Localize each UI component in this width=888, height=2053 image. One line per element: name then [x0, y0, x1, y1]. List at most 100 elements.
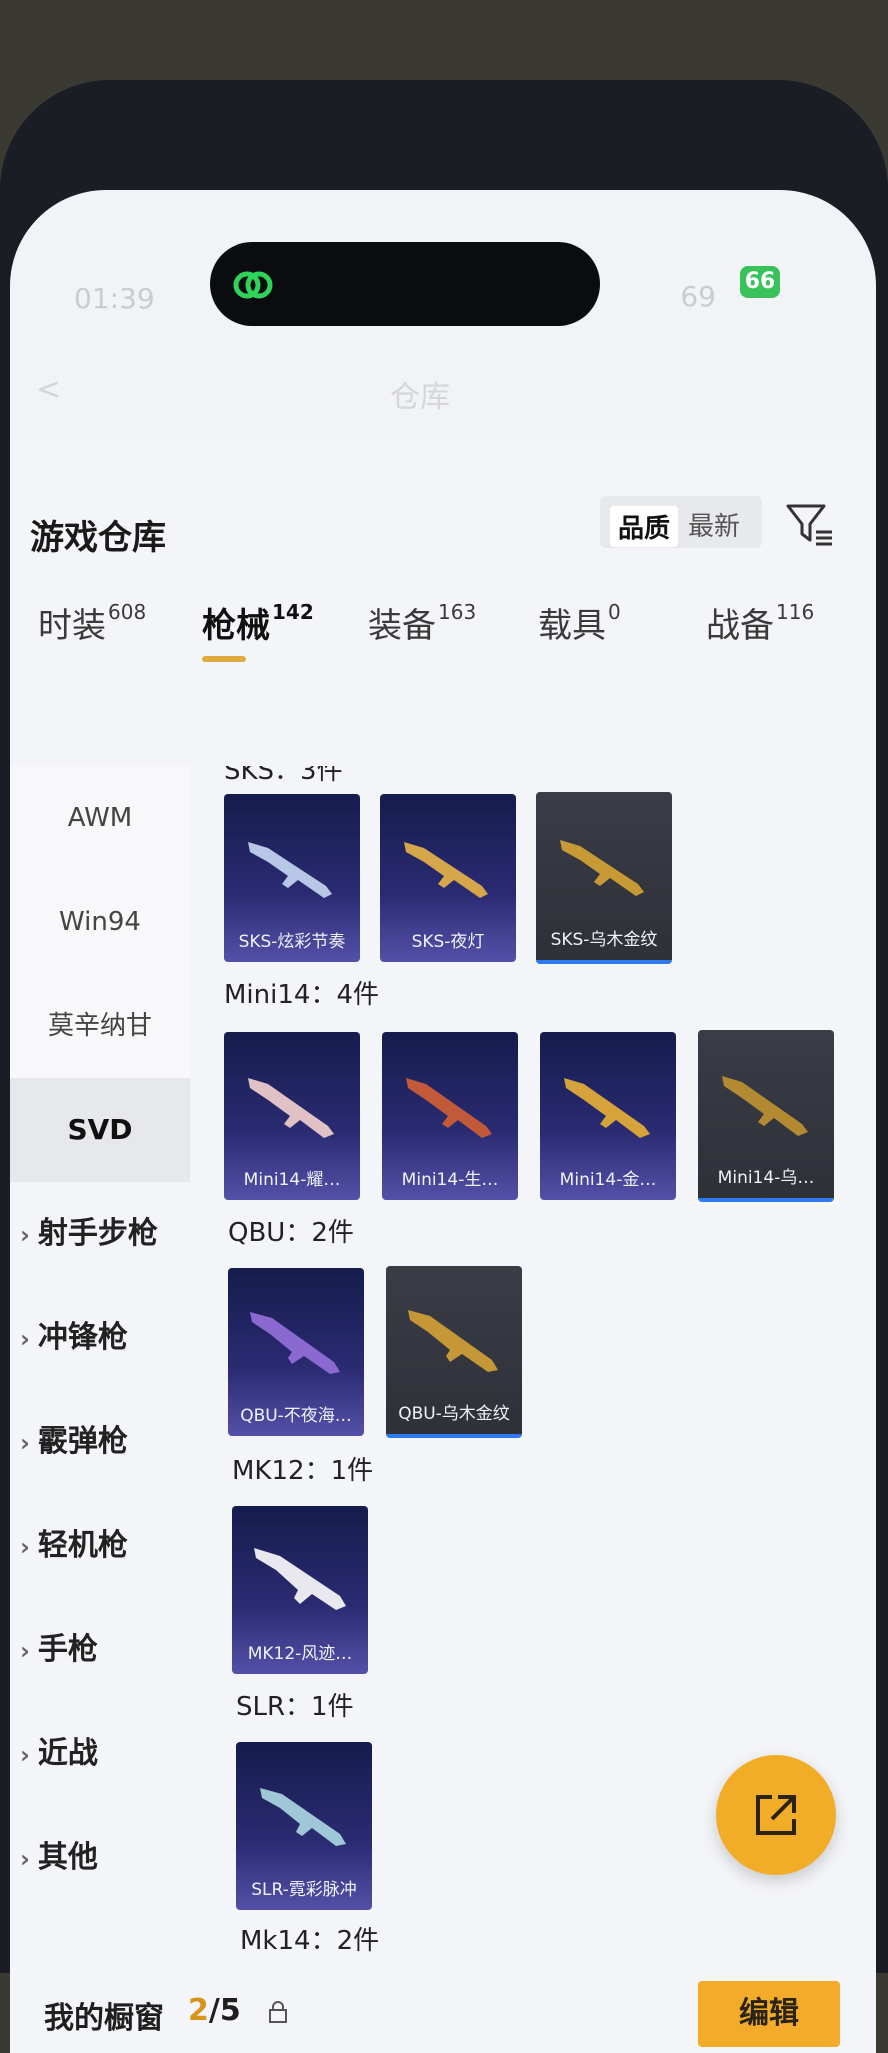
weapon-card[interactable]: QBU-不夜海… — [228, 1268, 364, 1436]
sidebar-item-svd[interactable]: SVD — [10, 1078, 190, 1182]
tab-count: 0 — [608, 600, 621, 624]
rifle-icon — [404, 842, 488, 898]
weapon-card[interactable]: SKS-炫彩节奏 — [224, 794, 360, 962]
chevron-right-icon: › — [20, 1637, 30, 1665]
sidebar-item-label: 近战 — [37, 1736, 98, 1771]
sidebar-item-marksman[interactable]: › 射手步枪 — [10, 1182, 200, 1286]
tab-supplies[interactable]: 战备 116 — [706, 598, 814, 647]
rifle-icon — [408, 1310, 498, 1372]
group-title-mk12: MK12：1件 — [232, 1456, 374, 1486]
active-tab-indicator — [202, 656, 246, 662]
group-title-qbu: QBU：2件 — [228, 1218, 354, 1248]
weapon-name: MK12-风迹… — [247, 1644, 353, 1664]
sidebar-item-label: 霰弹枪 — [37, 1424, 128, 1459]
tab-label: 装备 — [368, 606, 436, 646]
weapon-name: Mini14-耀… — [243, 1170, 341, 1190]
chevron-right-icon: › — [20, 1325, 30, 1353]
tab-label: 时装 — [38, 606, 106, 646]
weapon-name: SKS-炫彩节奏 — [238, 932, 346, 952]
warehouse-panel: 游戏仓库 品质 最新 时装 608 枪械 142 装备 163 载具 0 战备 … — [10, 440, 876, 2053]
weapon-card[interactable]: Mini14-金… — [540, 1032, 676, 1200]
lock-icon — [269, 2001, 287, 2023]
weapon-card[interactable]: MK12-风迹… — [232, 1506, 368, 1674]
share-icon — [756, 1795, 796, 1835]
signal-strength: 69 — [680, 280, 716, 313]
dynamic-island — [210, 242, 600, 326]
showcase-count: 2/5 — [188, 1993, 241, 2028]
sidebar-item-shotgun[interactable]: › 霰弹枪 — [10, 1390, 200, 1494]
share-button[interactable] — [716, 1755, 836, 1875]
tab-count: 142 — [272, 600, 314, 624]
sidebar-item-smg[interactable]: › 冲锋枪 — [10, 1286, 200, 1390]
app-link-icon — [233, 271, 273, 299]
group-title-slr: SLR：1件 — [236, 1692, 354, 1722]
sidebar-item-label: 手枪 — [37, 1632, 98, 1667]
group-title-mini14: Mini14：4件 — [224, 980, 379, 1010]
sidebar-item-awm[interactable]: AWM — [10, 766, 190, 870]
sidebar-item-mosin[interactable]: 莫辛纳甘 — [10, 974, 190, 1078]
chevron-right-icon: › — [20, 1221, 30, 1249]
tab-firearms[interactable]: 枪械 142 — [202, 598, 314, 647]
category-tabs: 时装 608 枪械 142 装备 163 载具 0 战备 116 — [10, 590, 876, 670]
weapon-name: SKS-夜灯 — [411, 932, 485, 952]
weapon-card[interactable]: SLR-霓彩脉冲 — [236, 1742, 372, 1910]
showcase-total: /5 — [208, 1993, 241, 2028]
rifle-icon — [250, 1312, 340, 1374]
tab-label: 载具 — [538, 606, 606, 646]
battery-indicator: 66 — [740, 266, 780, 298]
background-nav: < 仓库 — [10, 360, 876, 430]
sidebar-item-melee[interactable]: › 近战 — [10, 1702, 200, 1806]
rifle-icon — [560, 840, 644, 896]
rifle-icon — [248, 1078, 334, 1138]
sidebar-item-lmg[interactable]: › 轻机枪 — [10, 1494, 200, 1598]
sidebar-item-pistol[interactable]: › 手枪 — [10, 1598, 200, 1702]
weapon-sidebar: AWM Win94 莫辛纳甘 SVD › 射手步枪 › 冲锋枪 › 霰弹枪 › 轻机枪 … — [10, 766, 190, 1966]
sort-newest-option[interactable]: 最新 — [688, 506, 740, 543]
weapon-name: QBU-不夜海… — [240, 1406, 352, 1426]
sidebar-item-label: 轻机枪 — [37, 1528, 128, 1563]
tab-count: 116 — [776, 600, 815, 624]
tab-equipment[interactable]: 装备 163 — [368, 598, 476, 647]
edit-button[interactable]: 编辑 — [698, 1981, 840, 2047]
rifle-icon — [406, 1078, 492, 1138]
sidebar-item-label: 射手步枪 — [37, 1216, 158, 1251]
filter-icon[interactable] — [784, 500, 836, 548]
sort-quality-option[interactable]: 品质 — [610, 506, 679, 547]
tab-fashion[interactable]: 时装 608 — [38, 598, 146, 647]
group-title-sks: SKS：3件 — [224, 766, 343, 786]
weapon-card[interactable]: Mini14-生… — [382, 1032, 518, 1200]
back-icon[interactable]: < — [36, 372, 61, 407]
status-time: 01:39 — [74, 282, 155, 315]
tab-count: 163 — [438, 600, 477, 624]
rifle-icon — [254, 1548, 346, 1610]
tab-count: 608 — [108, 600, 147, 624]
group-title-mk14: Mk14：2件 — [240, 1926, 380, 1956]
weapon-card[interactable]: Mini14-乌… — [698, 1030, 834, 1202]
rifle-icon — [260, 1788, 346, 1846]
weapon-name: SLR-霓彩脉冲 — [251, 1880, 357, 1900]
rifle-icon — [248, 842, 332, 898]
showcase-current: 2 — [188, 1993, 209, 2028]
phone-frame: 01:39 69 66 < 仓库 游戏仓库 品质 最新 时装 608 枪械 14… — [0, 80, 888, 2053]
background-nav-title: 仓库 — [390, 380, 450, 415]
weapon-name: QBU-乌木金纹 — [398, 1404, 510, 1424]
showcase-bar: 我的橱窗 2/5 编辑 — [10, 1971, 876, 2053]
screen: 01:39 69 66 < 仓库 游戏仓库 品质 最新 时装 608 枪械 14… — [10, 190, 876, 2053]
weapon-name: Mini14-乌… — [717, 1168, 815, 1188]
sidebar-item-other[interactable]: › 其他 — [10, 1806, 200, 1910]
chevron-right-icon: › — [20, 1533, 30, 1561]
sidebar-item-win94[interactable]: Win94 — [10, 870, 190, 974]
sidebar-item-label: 其他 — [37, 1840, 98, 1875]
weapon-card[interactable]: Mini14-耀… — [224, 1032, 360, 1200]
sort-toggle[interactable]: 品质 最新 — [600, 496, 762, 548]
page-title: 游戏仓库 — [30, 518, 166, 558]
weapon-card[interactable]: SKS-夜灯 — [380, 794, 516, 962]
tab-vehicles[interactable]: 载具 0 — [538, 598, 621, 647]
chevron-right-icon: › — [20, 1429, 30, 1457]
showcase-label: 我的橱窗 — [44, 2001, 164, 2036]
weapon-card[interactable]: QBU-乌木金纹 — [386, 1266, 522, 1438]
tab-label: 战备 — [706, 606, 774, 646]
weapon-name: Mini14-生… — [401, 1170, 499, 1190]
weapon-name: Mini14-金… — [559, 1170, 657, 1190]
weapon-card[interactable]: SKS-乌木金纹 — [536, 792, 672, 964]
